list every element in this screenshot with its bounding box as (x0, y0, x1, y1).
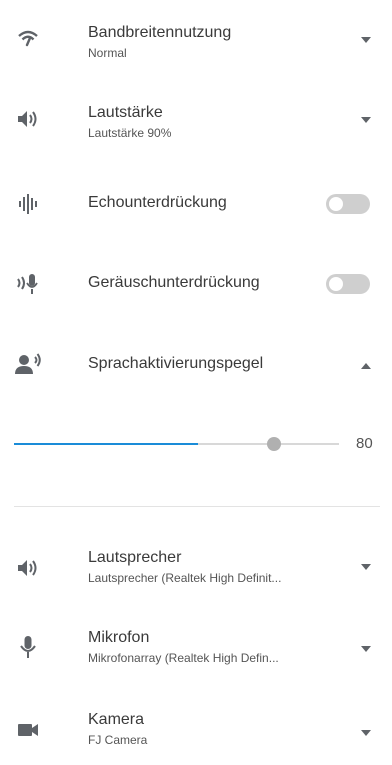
chevron-down-icon[interactable] (360, 645, 372, 653)
toggle-knob (329, 277, 343, 291)
chevron-down-icon[interactable] (360, 116, 372, 124)
microphone-device-value: Mikrofonarray (Realtek High Defin... (88, 651, 279, 665)
microphone-icon (14, 633, 42, 661)
volume-row[interactable]: Lautstärke Lautstärke 90% (0, 92, 392, 162)
chevron-up-icon[interactable] (360, 362, 372, 370)
speaker-icon (14, 554, 42, 582)
speaker-device-row[interactable]: Lautsprecher Lautsprecher (Realtek High … (0, 540, 392, 600)
voice-level-slider-thumb[interactable] (267, 437, 281, 451)
mic-waves-icon (14, 270, 42, 298)
camera-icon (14, 716, 42, 744)
speaker-device-title: Lautsprecher (88, 549, 182, 566)
voice-level-slider-track[interactable] (14, 443, 339, 445)
waveform-icon (14, 190, 42, 218)
microphone-device-row[interactable]: Mikrofon Mikrofonarray (Realtek High Def… (0, 620, 392, 680)
chevron-down-icon[interactable] (360, 563, 372, 571)
voice-level-slider-fill (14, 443, 198, 445)
volume-title: Lautstärke (88, 104, 163, 121)
speaker-device-value: Lautsprecher (Realtek High Definit... (88, 571, 282, 585)
chevron-down-icon[interactable] (360, 36, 372, 44)
bandwidth-row[interactable]: Bandbreitennutzung Normal (0, 0, 392, 80)
voice-level-value: 80 (356, 435, 373, 452)
toggle-knob (329, 197, 343, 211)
bandwidth-value: Normal (88, 46, 127, 60)
echo-title: Echounterdrückung (88, 194, 227, 211)
chevron-down-icon[interactable] (360, 729, 372, 737)
bandwidth-title: Bandbreitennutzung (88, 24, 232, 41)
noise-row: Geräuschunterdrückung (0, 260, 392, 310)
camera-device-value: FJ Camera (88, 733, 148, 747)
noise-title: Geräuschunterdrückung (88, 274, 260, 291)
volume-value: Lautstärke 90% (88, 126, 172, 140)
camera-device-title: Kamera (88, 711, 145, 728)
wifi-icon (14, 24, 42, 52)
microphone-device-title: Mikrofon (88, 629, 150, 646)
noise-toggle[interactable] (326, 274, 370, 294)
section-divider (14, 506, 380, 507)
camera-device-row[interactable]: Kamera FJ Camera (0, 702, 392, 762)
echo-toggle[interactable] (326, 194, 370, 214)
speaker-icon (14, 105, 42, 133)
person-speaking-icon (14, 350, 42, 378)
voice-activation-row[interactable]: Sprachaktivierungspegel (0, 340, 392, 390)
echo-row: Echounterdrückung (0, 180, 392, 230)
voice-activation-title: Sprachaktivierungspegel (88, 355, 264, 372)
